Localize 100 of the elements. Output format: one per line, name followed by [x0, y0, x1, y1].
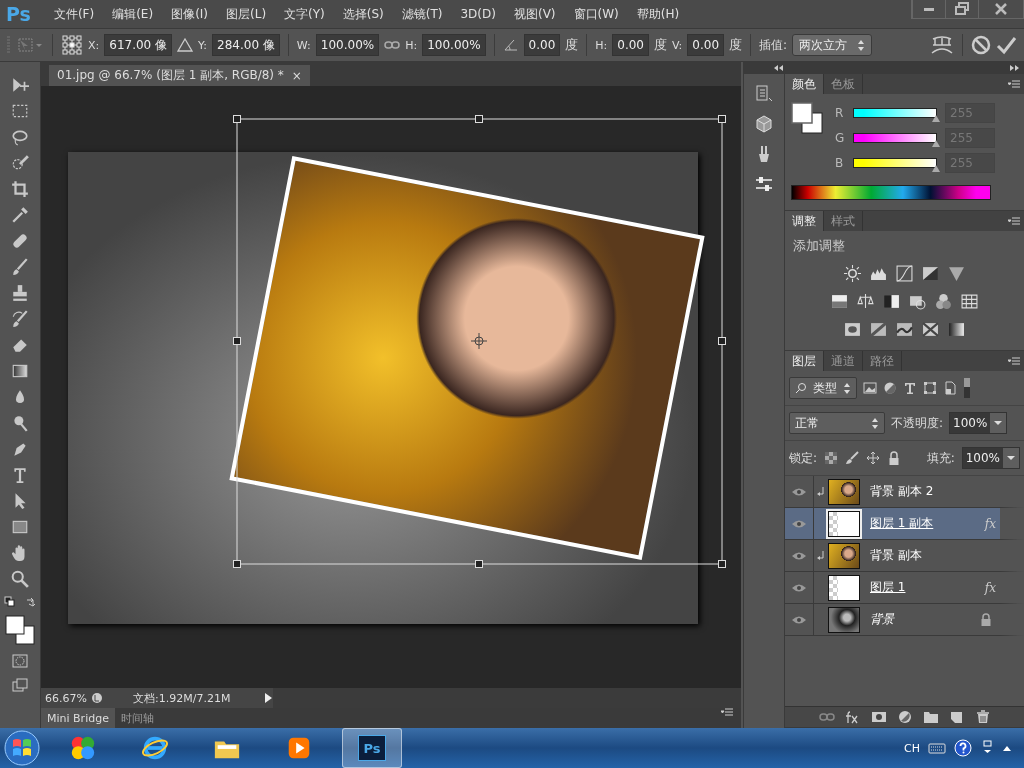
panel-menu-icon[interactable] — [1008, 356, 1020, 366]
zoom-icon[interactable] — [11, 570, 29, 588]
checkmark-icon[interactable] — [996, 35, 1018, 55]
gradient-icon[interactable] — [11, 362, 29, 380]
angle-field[interactable]: 0.00 — [523, 34, 561, 56]
color-swatches-icon[interactable] — [5, 615, 35, 645]
filter-dropdown[interactable]: 类型 — [789, 377, 857, 399]
rectangle-icon[interactable] — [11, 518, 29, 536]
height-field[interactable]: 100.00% — [422, 34, 486, 56]
keyboard-icon[interactable] — [928, 740, 946, 756]
slider-thumb[interactable] — [932, 139, 940, 147]
layer-name[interactable]: 图层 1 — [870, 579, 906, 596]
screen-mode-icon[interactable] — [12, 677, 28, 693]
eye-icon[interactable] — [791, 550, 807, 561]
lock-transparency-icon[interactable] — [824, 451, 839, 465]
exposure-icon[interactable] — [922, 265, 939, 282]
cross-icon[interactable] — [922, 321, 939, 338]
type-filter-icon[interactable] — [903, 381, 917, 395]
half-square-icon[interactable] — [883, 293, 900, 310]
panel-tab[interactable]: 调整 — [785, 211, 824, 231]
quick-mask-icon[interactable] — [12, 653, 28, 669]
skew-field[interactable]: 0.00 — [612, 34, 649, 56]
eye-icon[interactable] — [791, 614, 807, 625]
adjustment-layer-icon[interactable] — [896, 710, 913, 724]
slider-thumb[interactable] — [932, 114, 940, 122]
panel-tab[interactable]: 色板 — [824, 74, 863, 94]
panel-tab[interactable]: 颜色 — [785, 74, 824, 94]
eye-icon[interactable] — [791, 518, 807, 529]
gradient-square-icon[interactable] — [948, 321, 965, 338]
warp-icon[interactable] — [930, 34, 954, 56]
fill-field[interactable]: 100% — [961, 447, 1020, 469]
expand-arrows-icon[interactable] — [1009, 64, 1020, 72]
taskbar-app[interactable]: Ps — [342, 728, 402, 768]
collapse-arrows-icon[interactable] — [773, 64, 784, 72]
history-brush-icon[interactable] — [11, 310, 29, 328]
panel-tab[interactable]: 图层 — [785, 351, 824, 371]
stamp-icon[interactable] — [11, 284, 29, 302]
invert-icon[interactable] — [844, 321, 861, 338]
image-filter-icon[interactable] — [863, 381, 877, 395]
colorful-circles-icon[interactable] — [69, 734, 97, 762]
brush-icon[interactable] — [11, 258, 29, 276]
layer-name[interactable]: 图层 1 副本 — [870, 515, 934, 532]
horizontal-scrollbar[interactable] — [273, 688, 741, 708]
color-spectrum[interactable] — [791, 185, 991, 200]
width-field[interactable]: 100.00% — [315, 34, 380, 56]
link-icon[interactable] — [818, 710, 835, 724]
crop-icon[interactable] — [11, 180, 29, 198]
panel-tab[interactable]: 路径 — [863, 351, 902, 371]
trash-icon[interactable] — [974, 710, 991, 724]
menu-item[interactable]: 帮助(H) — [627, 5, 689, 23]
window-options-icon[interactable] — [980, 740, 994, 756]
menu-item[interactable]: 窗口(W) — [564, 5, 628, 23]
layer-name[interactable]: 背景 — [870, 611, 894, 628]
tab-close-button[interactable]: × — [291, 68, 302, 83]
circles-icon[interactable] — [935, 293, 952, 310]
layer-row[interactable]: 背景 — [785, 604, 1024, 636]
menu-item[interactable]: 文件(F) — [44, 5, 104, 23]
brush-icon[interactable] — [845, 451, 860, 465]
cube-icon[interactable] — [754, 114, 774, 134]
new-layer-icon[interactable] — [948, 710, 965, 724]
smart-object-icon[interactable] — [943, 381, 957, 395]
panel-menu-icon[interactable] — [1008, 79, 1020, 89]
swap-arrows-icon[interactable] — [25, 596, 36, 607]
panel-tab[interactable]: 样式 — [824, 211, 863, 231]
opacity-field[interactable]: 100% — [949, 412, 1008, 434]
eye-icon[interactable] — [791, 582, 807, 593]
panel-menu-icon[interactable] — [1008, 216, 1020, 226]
brightness-icon[interactable] — [844, 265, 861, 282]
interpolation-dropdown[interactable]: 两次立方 — [792, 34, 873, 56]
layer-name[interactable]: 背景 副本 — [870, 547, 922, 564]
start-orb-icon[interactable] — [4, 730, 40, 766]
menu-item[interactable]: 选择(S) — [333, 5, 393, 23]
y-field[interactable]: 284.00 像 — [212, 34, 280, 56]
type-icon[interactable] — [11, 466, 29, 484]
grid-icon[interactable] — [961, 293, 978, 310]
hue-bar-icon[interactable] — [831, 293, 848, 310]
menu-item[interactable]: 文字(Y) — [275, 5, 334, 23]
eye-icon[interactable] — [791, 486, 807, 497]
marquee-icon[interactable] — [11, 102, 29, 120]
help-icon[interactable] — [954, 739, 972, 757]
document-tab[interactable]: 01.jpg @ 66.7% (图层 1 副本, RGB/8) * × — [49, 65, 310, 86]
foreground-background-icon[interactable] — [791, 102, 823, 134]
eyedropper-icon[interactable] — [11, 206, 29, 224]
reference-point-icon[interactable] — [61, 34, 83, 56]
zoom-level[interactable]: 66.67% — [41, 691, 91, 705]
mask-icon[interactable] — [870, 710, 887, 724]
lasso-icon[interactable] — [11, 128, 29, 146]
menu-item[interactable]: 视图(V) — [504, 5, 565, 23]
panel-tab[interactable]: 通道 — [824, 351, 863, 371]
effects-badge[interactable]: fx — [984, 580, 996, 595]
sliders-icon[interactable] — [754, 174, 774, 194]
scales-icon[interactable] — [857, 293, 874, 310]
diagonal-icon[interactable] — [870, 321, 887, 338]
half-circle-icon[interactable] — [883, 381, 897, 395]
menu-item[interactable]: 3D(D) — [451, 7, 505, 21]
pen-icon[interactable] — [11, 440, 29, 458]
menu-item[interactable]: 图层(L) — [217, 5, 276, 23]
layer-name[interactable]: 背景 副本 2 — [870, 483, 934, 500]
x-field[interactable]: 617.00 像 — [104, 34, 173, 56]
angle-icon[interactable] — [502, 37, 519, 53]
